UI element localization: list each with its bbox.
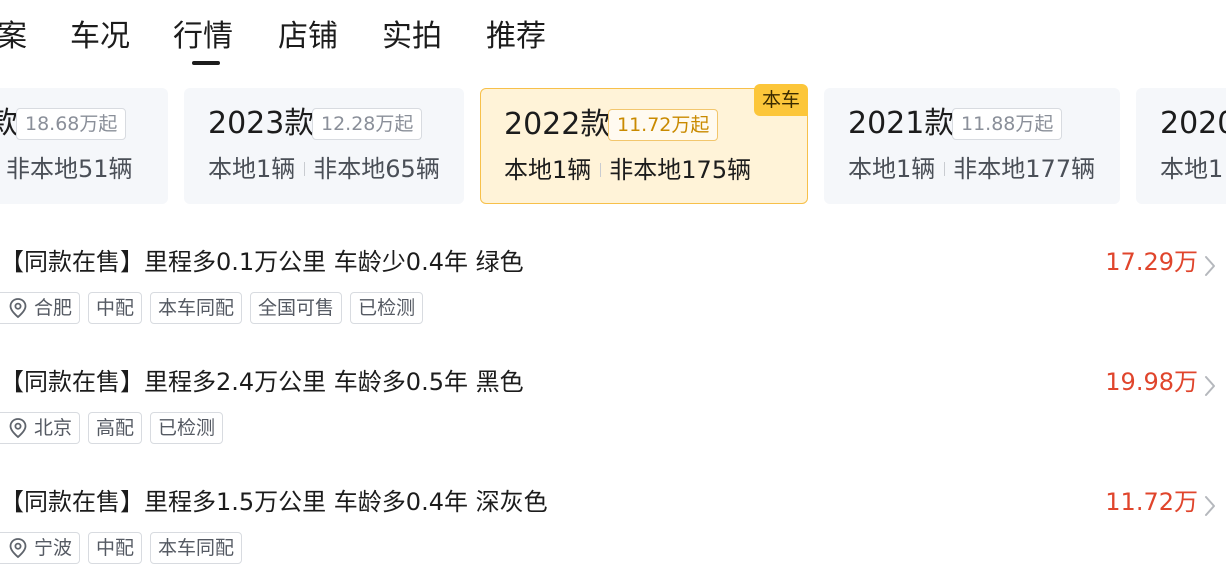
tag: 本车同配 bbox=[150, 532, 243, 564]
city-label: 北京 bbox=[34, 417, 73, 439]
tab-recommend[interactable]: 推荐 bbox=[486, 16, 546, 58]
listing-title: 【同款在售】里程多2.4万公里 车龄多0.5年 黑色 bbox=[0, 368, 524, 396]
tab-market[interactable]: 行情 bbox=[173, 16, 233, 58]
tab-condition[interactable]: 车况 bbox=[70, 16, 130, 58]
listing-price: 19.98万 bbox=[1105, 368, 1198, 396]
active-tab-indicator bbox=[192, 61, 220, 65]
stock-count: 非本地51辆 bbox=[0, 152, 133, 186]
stock-count: 本地1辆 非本地177辆 bbox=[848, 152, 1095, 186]
tag: 全国可售 bbox=[250, 292, 343, 324]
nonlocal-stock: 非本地65辆 bbox=[313, 155, 440, 183]
location-pin-icon bbox=[9, 538, 27, 559]
location-pin-icon bbox=[9, 418, 27, 439]
local-stock: 本地1辆 bbox=[848, 155, 936, 183]
chevron-right-icon[interactable] bbox=[1202, 495, 1218, 517]
city-label: 合肥 bbox=[34, 297, 73, 319]
starting-price: 18.68万起 bbox=[16, 108, 127, 140]
model-year: 2021款 bbox=[848, 106, 955, 141]
chevron-right-icon[interactable] bbox=[1202, 375, 1218, 397]
tab-photos[interactable]: 实拍 bbox=[382, 16, 442, 58]
model-year: 2020 bbox=[1160, 106, 1226, 141]
tag-list: 宁波 中配 本车同配 bbox=[0, 532, 243, 564]
listing-item[interactable]: 【同款在售】里程多2.4万公里 车龄多0.5年 黑色 19.98万 北京 高配 … bbox=[0, 365, 1226, 455]
listing-item[interactable]: 【同款在售】里程多0.1万公里 车龄少0.4年 绿色 17.29万 合肥 中配 … bbox=[0, 245, 1226, 335]
nonlocal-stock: 非本地51辆 bbox=[6, 155, 133, 183]
listing-title: 【同款在售】里程多0.1万公里 车龄少0.4年 绿色 bbox=[0, 248, 524, 276]
tab-bar: 案 车况 行情 店铺 实拍 推荐 bbox=[0, 0, 1226, 72]
stock-count: 本地1辆 非本地65辆 bbox=[208, 152, 440, 186]
tag: 本车同配 bbox=[150, 292, 243, 324]
stock-count: 本地1 bbox=[1160, 152, 1223, 186]
location-pin-icon bbox=[9, 298, 27, 319]
local-stock: 本地1 bbox=[1160, 155, 1224, 183]
model-year: 2023款 bbox=[208, 106, 315, 141]
tag: 高配 bbox=[88, 412, 143, 444]
starting-price: 11.88万起 bbox=[952, 108, 1063, 140]
tag: 已检测 bbox=[150, 412, 224, 444]
listing-item[interactable]: 【同款在售】里程多1.5万公里 车龄多0.4年 深灰色 11.72万 宁波 中配… bbox=[0, 485, 1226, 564]
model-year-strip: 款 18.68万起 非本地51辆 2023款 12.28万起 本地1辆 非本地65… bbox=[0, 84, 1226, 206]
tag: 中配 bbox=[88, 532, 143, 564]
listing-price: 17.29万 bbox=[1105, 248, 1198, 276]
starting-price: 12.28万起 bbox=[312, 108, 423, 140]
local-stock: 本地1辆 bbox=[504, 156, 592, 184]
starting-price: 11.72万起 bbox=[608, 109, 719, 141]
model-year-card[interactable]: 款 18.68万起 非本地51辆 bbox=[0, 88, 168, 204]
model-year-card[interactable]: 2021款 11.88万起 本地1辆 非本地177辆 bbox=[824, 88, 1120, 204]
nonlocal-stock: 非本地175辆 bbox=[609, 156, 752, 184]
divider bbox=[600, 163, 602, 177]
model-year-card-selected[interactable]: 2022款 11.72万起 本地1辆 非本地175辆 本车 bbox=[480, 84, 808, 204]
local-stock: 本地1辆 bbox=[208, 155, 296, 183]
tag-list: 合肥 中配 本车同配 全国可售 已检测 bbox=[0, 292, 424, 324]
tab-shop[interactable]: 店铺 bbox=[278, 16, 338, 58]
model-year-card[interactable]: 2020 本地1 bbox=[1136, 88, 1226, 204]
this-car-badge: 本车 bbox=[754, 84, 808, 116]
tag-list: 北京 高配 已检测 bbox=[0, 412, 224, 444]
chevron-right-icon[interactable] bbox=[1202, 255, 1218, 277]
model-year: 2022款 bbox=[504, 107, 611, 142]
nonlocal-stock: 非本地177辆 bbox=[953, 155, 1096, 183]
tab-archive[interactable]: 案 bbox=[0, 16, 27, 58]
listing-price: 11.72万 bbox=[1105, 488, 1198, 516]
divider bbox=[304, 162, 306, 176]
tag: 中配 bbox=[88, 292, 143, 324]
divider bbox=[944, 162, 946, 176]
city-label: 宁波 bbox=[34, 537, 73, 559]
location-tag: 北京 bbox=[0, 412, 81, 444]
market-page: 案 车况 行情 店铺 实拍 推荐 款 18.68万起 非本地51辆 2023款 … bbox=[0, 0, 1226, 564]
listing-title: 【同款在售】里程多1.5万公里 车龄多0.4年 深灰色 bbox=[0, 488, 548, 516]
stock-count: 本地1辆 非本地175辆 bbox=[504, 153, 751, 187]
location-tag: 宁波 bbox=[0, 532, 81, 564]
model-year-card[interactable]: 2023款 12.28万起 本地1辆 非本地65辆 bbox=[184, 88, 464, 204]
location-tag: 合肥 bbox=[0, 292, 81, 324]
tag: 已检测 bbox=[350, 292, 424, 324]
